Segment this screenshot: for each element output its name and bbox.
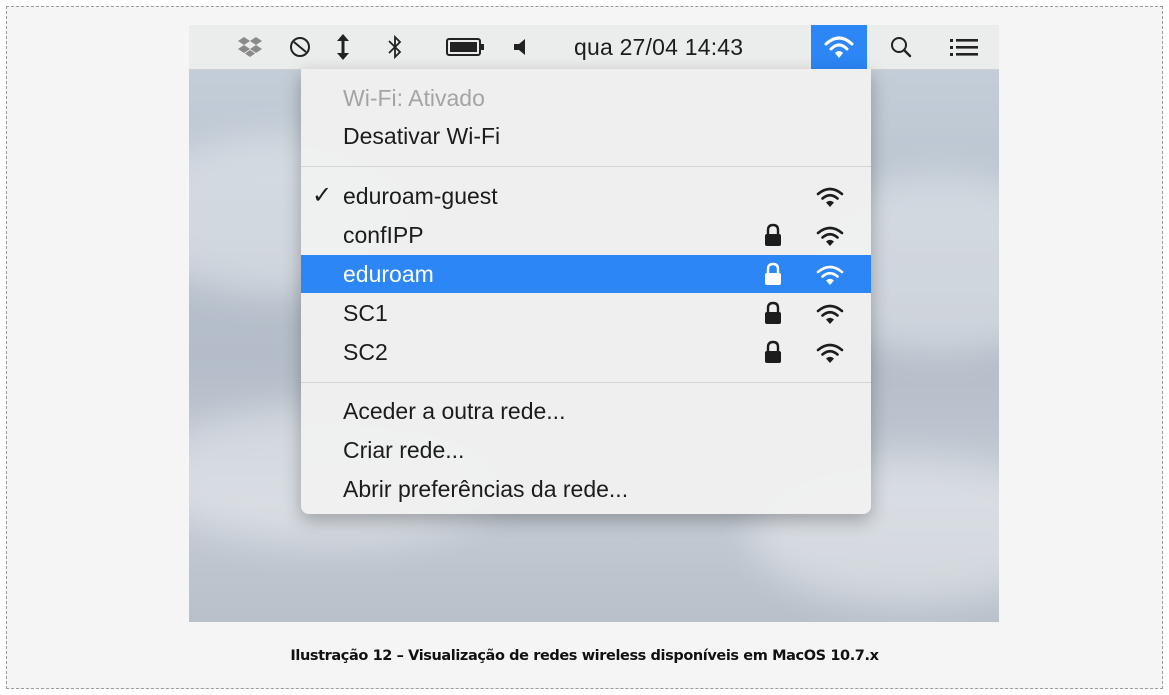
wifi-status-item: Wi-Fi: Ativado bbox=[301, 79, 871, 117]
wifi-signal-icon bbox=[816, 343, 844, 363]
disable-wifi-item[interactable]: Desativar Wi-Fi bbox=[301, 117, 871, 155]
join-other-network-item[interactable]: Aceder a outra rede... bbox=[301, 392, 871, 430]
open-network-preferences-label: Abrir preferências da rede... bbox=[343, 476, 629, 502]
open-network-preferences-item[interactable]: Abrir preferências da rede... bbox=[301, 470, 871, 508]
network-item-sc2[interactable]: SC2 bbox=[301, 333, 871, 371]
figure-caption: Ilustração 12 – Visualização de redes wi… bbox=[290, 648, 879, 664]
checkmark-icon: ✓ bbox=[312, 182, 333, 209]
lock-icon bbox=[765, 223, 781, 246]
lock-icon bbox=[765, 340, 781, 363]
network-name: SC2 bbox=[343, 339, 388, 365]
wifi-signal-icon bbox=[816, 187, 844, 207]
network-item-sc1[interactable]: SC1 bbox=[301, 294, 871, 332]
wifi-signal-icon bbox=[816, 226, 844, 246]
wifi-status-label: Wi-Fi: Ativado bbox=[343, 85, 485, 111]
bluetooth-icon[interactable] bbox=[383, 25, 407, 69]
do-not-disturb-icon[interactable] bbox=[285, 25, 315, 69]
create-network-label: Criar rede... bbox=[343, 437, 465, 463]
menu-bar: qua 27/04 14:43 bbox=[189, 25, 999, 70]
network-item-confipp[interactable]: confIPP bbox=[301, 216, 871, 254]
wifi-signal-icon bbox=[816, 265, 844, 285]
wifi-dropdown-menu: Wi-Fi: Ativado Desativar Wi-Fi ✓ eduroam… bbox=[301, 69, 871, 514]
network-item-eduroam-guest[interactable]: ✓ eduroam-guest bbox=[301, 177, 871, 215]
screenshot: qua 27/04 14:43 Wi-Fi: Ativado Desativar… bbox=[189, 25, 999, 622]
menu-separator bbox=[301, 382, 871, 383]
network-item-eduroam[interactable]: eduroam bbox=[301, 255, 871, 293]
lock-icon bbox=[765, 262, 781, 285]
create-network-item[interactable]: Criar rede... bbox=[301, 431, 871, 469]
sync-arrows-icon[interactable] bbox=[331, 25, 355, 69]
network-name: eduroam-guest bbox=[343, 183, 498, 209]
lock-icon bbox=[765, 301, 781, 324]
menubar-clock[interactable]: qua 27/04 14:43 bbox=[574, 25, 743, 69]
disable-wifi-label: Desativar Wi-Fi bbox=[343, 123, 501, 149]
network-name: confIPP bbox=[343, 222, 424, 248]
dropbox-icon[interactable] bbox=[235, 25, 265, 69]
volume-icon[interactable] bbox=[507, 25, 533, 69]
network-name: eduroam bbox=[343, 261, 434, 287]
search-icon[interactable] bbox=[886, 25, 916, 69]
network-name: SC1 bbox=[343, 300, 388, 326]
join-other-network-label: Aceder a outra rede... bbox=[343, 398, 566, 424]
wifi-icon[interactable] bbox=[811, 25, 867, 69]
menu-separator bbox=[301, 166, 871, 167]
wifi-signal-icon bbox=[816, 304, 844, 324]
battery-icon[interactable] bbox=[444, 25, 488, 69]
list-icon[interactable] bbox=[947, 25, 981, 69]
